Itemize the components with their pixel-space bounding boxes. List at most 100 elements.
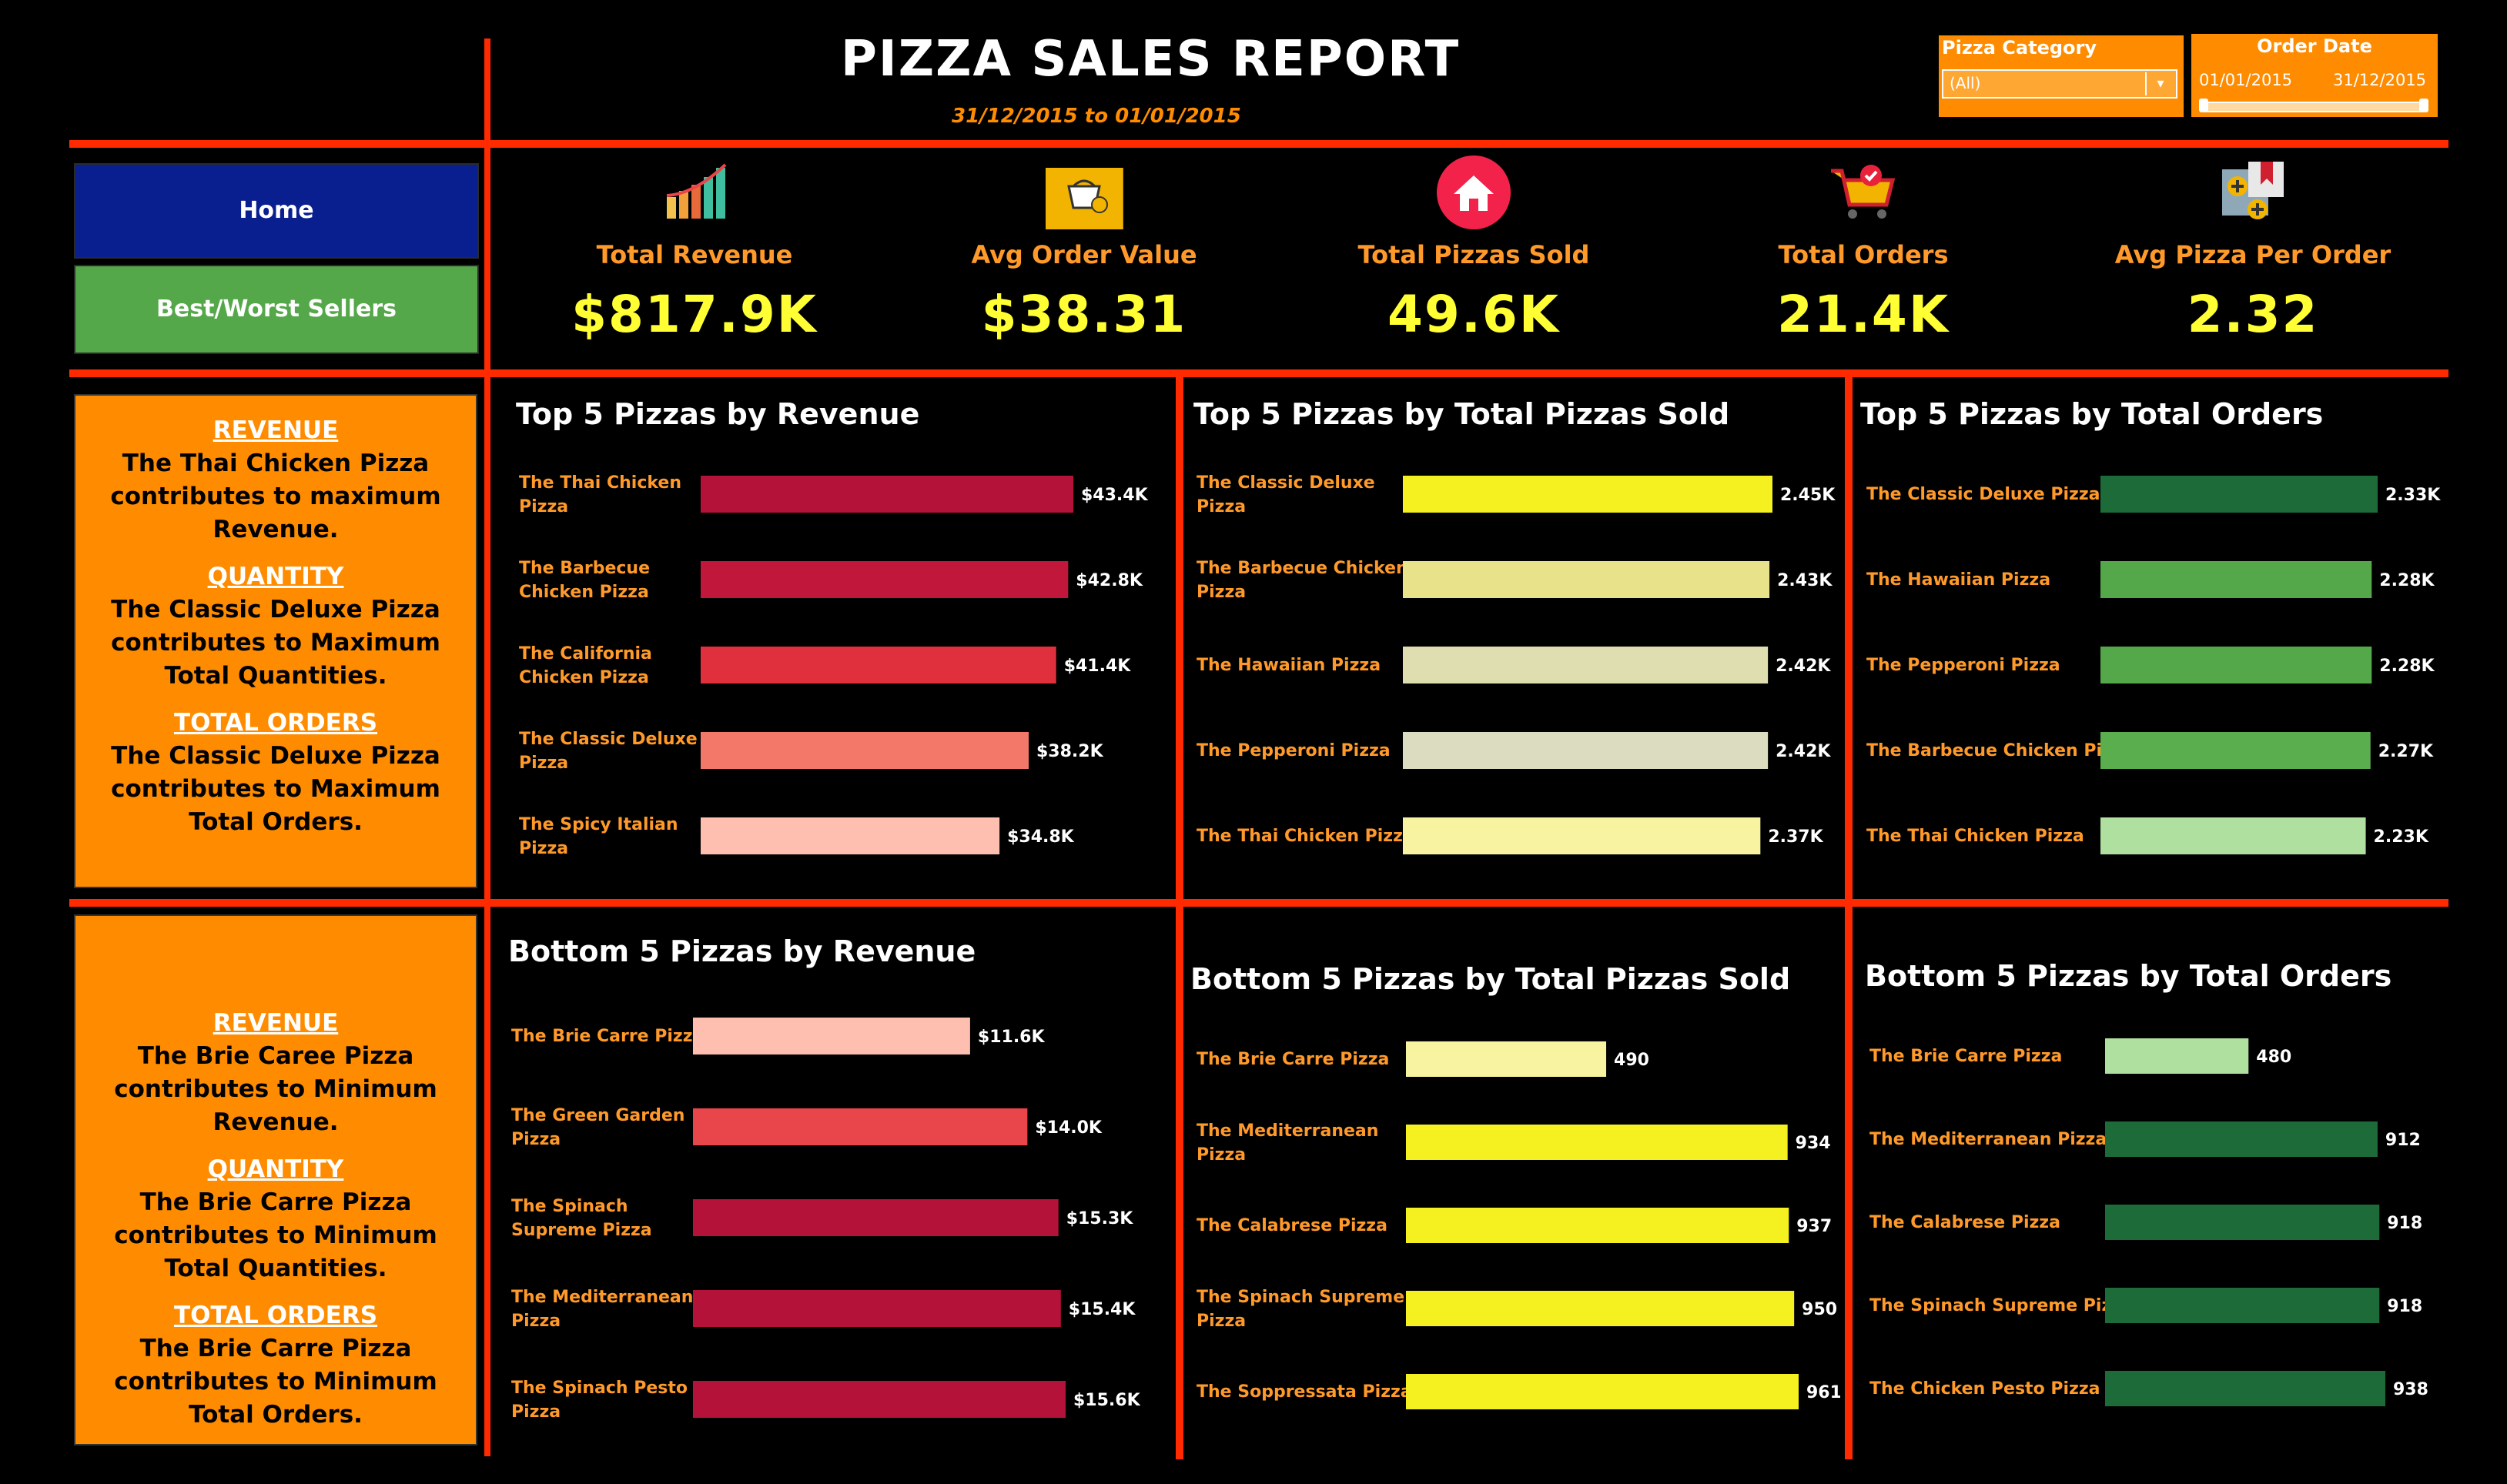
bar[interactable] xyxy=(1406,1208,1789,1243)
value-label: 2.28K xyxy=(2379,571,2435,590)
value-label: 2.27K xyxy=(2378,742,2434,761)
bar[interactable] xyxy=(2100,732,2371,769)
category-label: The Classic Deluxe Pizza xyxy=(519,730,698,773)
bar[interactable] xyxy=(693,1199,1059,1236)
bar[interactable] xyxy=(693,1381,1066,1418)
bar[interactable] xyxy=(1403,647,1769,684)
category-label: The Brie Carre Pizza xyxy=(1869,1047,2062,1066)
value-label: 918 xyxy=(2387,1214,2422,1233)
kpi-value: 21.4K xyxy=(1777,285,1950,344)
value-label: $15.6K xyxy=(1073,1391,1141,1410)
bar[interactable] xyxy=(1406,1041,1607,1077)
bar[interactable] xyxy=(693,1108,1028,1145)
kpi-value: 49.6K xyxy=(1387,285,1560,344)
bar[interactable] xyxy=(701,476,1073,513)
category-label: The Barbecue Chicken Pizza xyxy=(519,559,650,602)
kpi-value: $817.9K xyxy=(571,285,818,344)
bar[interactable] xyxy=(2105,1288,2380,1323)
chart-title-bottom-orders: Bottom 5 Pizzas by Total Orders xyxy=(1865,959,2392,993)
category-label: The Thai Chicken Pizza xyxy=(1197,827,1414,846)
bar[interactable] xyxy=(2105,1205,2380,1240)
value-label: $11.6K xyxy=(978,1028,1046,1047)
divider-horizontal-1 xyxy=(69,140,2448,148)
value-label: 2.28K xyxy=(2379,657,2435,676)
bar[interactable] xyxy=(1403,817,1761,854)
value-label: 2.33K xyxy=(2385,486,2441,505)
divider-horizontal-3 xyxy=(69,899,2448,907)
slider-end-handle[interactable] xyxy=(2419,99,2428,112)
category-label: The Thai Chicken Pizza xyxy=(519,473,681,516)
category-label: The Green Garden Pizza xyxy=(511,1106,684,1149)
orders-heading: TOTAL ORDERS xyxy=(173,1302,378,1329)
value-label: 2.23K xyxy=(2374,827,2429,847)
value-label: $15.3K xyxy=(1066,1209,1134,1228)
category-label: The Barbecue Chicken Pizza xyxy=(1866,741,2133,760)
value-label: 961 xyxy=(1806,1383,1840,1402)
value-label: 918 xyxy=(2387,1297,2422,1316)
bottom-insights-box: REVENUE The Brie Caree Pizza contributes… xyxy=(74,914,477,1446)
category-label: The Hawaiian Pizza xyxy=(1197,656,1381,675)
divider-vertical-3 xyxy=(1845,376,1853,1459)
home-icon xyxy=(1437,155,1511,229)
bar[interactable] xyxy=(1403,561,1770,598)
bar[interactable] xyxy=(693,1018,970,1055)
value-label: 950 xyxy=(1802,1300,1837,1319)
orders-heading: TOTAL ORDERS xyxy=(173,709,378,737)
category-label: The Spinach Supreme Pizza xyxy=(1197,1288,1404,1331)
value-label: $15.4K xyxy=(1069,1300,1136,1319)
order-date-filter: Order Date 01/01/2015 31/12/2015 xyxy=(2191,34,2438,117)
chevron-down-icon[interactable]: ▾ xyxy=(2145,72,2174,95)
divider-vertical-main xyxy=(484,146,490,1456)
bar[interactable] xyxy=(701,647,1056,684)
bar[interactable] xyxy=(701,561,1069,598)
bar[interactable] xyxy=(2100,476,2378,513)
bar[interactable] xyxy=(2105,1371,2385,1406)
category-label: The Hawaiian Pizza xyxy=(1866,570,2050,590)
order-date-end[interactable]: 31/12/2015 xyxy=(2333,71,2426,89)
bar[interactable] xyxy=(2100,647,2372,684)
value-label: 480 xyxy=(2256,1048,2291,1067)
bar[interactable] xyxy=(1406,1374,1799,1409)
category-label: The Mediterranean Pizza xyxy=(511,1288,693,1331)
value-label: 2.37K xyxy=(1768,827,1823,847)
category-label: The Barbecue Chicken Pizza xyxy=(1197,559,1408,602)
divider-vertical-top xyxy=(484,38,490,145)
category-label: The Classic Deluxe Pizza xyxy=(1866,485,2100,504)
divider-horizontal-2 xyxy=(69,369,2448,377)
bar[interactable] xyxy=(1403,732,1769,769)
bar[interactable] xyxy=(693,1290,1061,1327)
pizza-category-select[interactable]: (All) ▾ xyxy=(1942,69,2177,99)
quantity-heading: QUANTITY xyxy=(207,1155,344,1183)
kpi-label: Total Pizzas Sold xyxy=(1357,240,1590,269)
bar[interactable] xyxy=(2100,817,2366,854)
chart-title-bottom-pizzas-sold: Bottom 5 Pizzas by Total Pizzas Sold xyxy=(1190,962,1791,996)
value-label: 937 xyxy=(1796,1217,1832,1236)
bar[interactable] xyxy=(1406,1125,1788,1160)
orders-note: The Classic Deluxe Pizza contributes to … xyxy=(111,742,440,836)
bar[interactable] xyxy=(701,817,1000,854)
bar[interactable] xyxy=(2105,1121,2378,1157)
order-date-slider[interactable] xyxy=(2201,102,2428,112)
pizza-category-filter: Pizza Category (All) ▾ xyxy=(1939,35,2184,117)
category-label: The Calabrese Pizza xyxy=(1869,1213,2060,1232)
page-title: PIZZA SALES REPORT xyxy=(841,31,1461,88)
category-label: The California Chicken Pizza xyxy=(519,644,652,687)
bar[interactable] xyxy=(701,732,1029,769)
bar[interactable] xyxy=(1406,1291,1795,1326)
slider-start-handle[interactable] xyxy=(2199,99,2208,112)
revenue-heading: REVENUE xyxy=(213,1009,339,1037)
chart-title-top-pizzas-sold: Top 5 Pizzas by Total Pizzas Sold xyxy=(1193,397,1730,431)
best-worst-sellers-button[interactable]: Best/Worst Sellers xyxy=(74,265,479,354)
chart-title-top-revenue: Top 5 Pizzas by Revenue xyxy=(516,397,920,431)
bar[interactable] xyxy=(1403,476,1772,513)
category-label: The Spinach Supreme Pizza xyxy=(1869,1296,2133,1315)
bar[interactable] xyxy=(2105,1038,2249,1074)
date-range-subtitle: 31/12/2015 to 01/01/2015 xyxy=(952,105,1241,128)
category-label: The Brie Carre Pizza xyxy=(1197,1050,1389,1069)
value-label: $34.8K xyxy=(1007,827,1075,847)
bar[interactable] xyxy=(2100,561,2372,598)
home-button[interactable]: Home xyxy=(74,163,479,259)
category-label: The Classic Deluxe Pizza xyxy=(1197,473,1375,516)
order-date-start[interactable]: 01/01/2015 xyxy=(2199,71,2292,89)
value-label: 912 xyxy=(2385,1131,2421,1150)
